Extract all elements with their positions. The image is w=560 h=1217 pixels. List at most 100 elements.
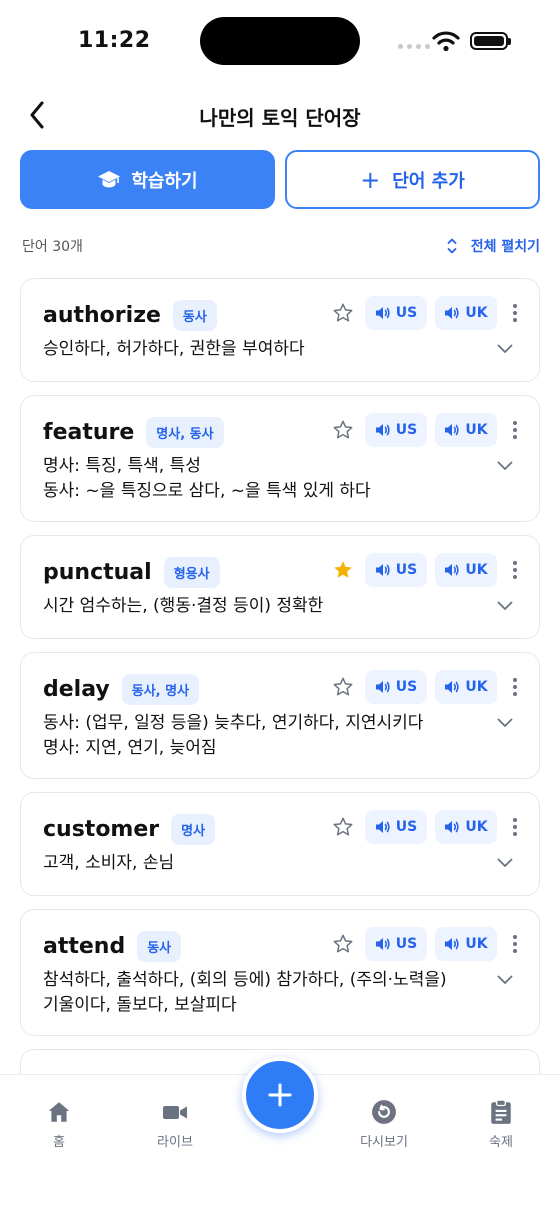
word-actions: US UK [331, 809, 525, 845]
clipboard-icon [491, 1099, 511, 1124]
expand-card-button[interactable] [495, 456, 515, 476]
word-actions: US UK [331, 295, 525, 331]
us-label: US [395, 305, 418, 321]
expand-card-button[interactable] [495, 713, 515, 733]
word-card[interactable]: feature 명사, 동사 US UK 명사: 특징, 특색, 특성 동사: ~을 특징… [20, 395, 540, 522]
meaning-line: 동사: (업무, 일정 등을) 늦추다, 연기하다, 지연시키다 [43, 713, 424, 733]
part-of-speech-badge: 명사 [171, 813, 216, 845]
part-of-speech-badge: 동사 [172, 299, 217, 331]
more-options-icon[interactable] [505, 298, 525, 328]
more-options-icon[interactable] [505, 415, 525, 445]
tab-homework[interactable]: 숙제 [456, 1099, 546, 1150]
word-meaning: 시간 엄수하는, (행동·결정 등이) 정확한 [43, 594, 479, 619]
play-us-audio-button[interactable]: US [365, 927, 427, 961]
floating-add-button[interactable] [242, 1057, 318, 1133]
study-button[interactable]: 학습하기 [20, 150, 275, 209]
us-label: US [395, 679, 418, 695]
play-uk-audio-button[interactable]: UK [435, 413, 497, 447]
dynamic-island [200, 17, 360, 65]
speaker-icon [375, 424, 390, 436]
expand-card-button[interactable] [495, 596, 515, 616]
word-actions: US UK [331, 669, 525, 705]
star-icon [333, 817, 353, 836]
chevron-down-icon [497, 975, 513, 984]
play-uk-audio-button[interactable]: UK [435, 553, 497, 587]
uk-label: UK [465, 819, 488, 835]
word-actions: US UK [331, 552, 525, 588]
speaker-icon [375, 307, 390, 319]
expand-card-button[interactable] [495, 853, 515, 873]
expand-card-button[interactable] [495, 339, 515, 359]
expand-all-label: 전체 펼치기 [470, 239, 540, 255]
more-options-icon[interactable] [505, 929, 525, 959]
tab-live[interactable]: 라이브 [130, 1099, 220, 1150]
part-of-speech-badge: 동사, 명사 [121, 673, 200, 705]
wifi-icon [432, 30, 460, 56]
uk-label: UK [465, 936, 488, 952]
more-options-icon[interactable] [505, 555, 525, 585]
play-uk-audio-button[interactable]: UK [435, 810, 497, 844]
bookmark-star-button[interactable] [331, 675, 355, 699]
bookmark-star-button[interactable] [331, 558, 355, 582]
us-label: US [395, 936, 418, 952]
word-card[interactable]: customer 명사 US UK 고객, 소비자, 손님 [20, 792, 540, 896]
tab-replay[interactable]: 다시보기 [339, 1099, 429, 1150]
star-icon [333, 303, 353, 322]
tab-homework-label: 숙제 [489, 1135, 513, 1150]
word-actions: US UK [331, 926, 525, 962]
chevron-down-icon [497, 461, 513, 470]
chevron-down-icon [497, 718, 513, 727]
play-uk-audio-button[interactable]: UK [435, 927, 497, 961]
word-text: punctual [43, 559, 152, 585]
add-word-button-label: 단어 추가 [392, 170, 465, 192]
play-us-audio-button[interactable]: US [365, 810, 427, 844]
expand-collapse-icon [447, 238, 457, 254]
word-card[interactable]: attend 동사 US UK 참석하다, 출석하다, (회의 등에) 참가하다, (주… [20, 909, 540, 1036]
uk-label: UK [465, 305, 488, 321]
speaker-icon [445, 424, 460, 436]
tab-home[interactable]: 홈 [14, 1099, 104, 1150]
add-word-button[interactable]: + 단어 추가 [285, 150, 540, 209]
speaker-icon [445, 821, 460, 833]
speaker-icon [375, 564, 390, 576]
word-card[interactable]: punctual 형용사 US UK 시간 엄수하는, (행동·결정 등이) 정확한 [20, 535, 540, 639]
word-card-header: customer 명사 [43, 813, 216, 845]
play-us-audio-button[interactable]: US [365, 670, 427, 704]
word-card[interactable]: delay 동사, 명사 US UK 동사: (업무, 일정 등을) 늦추다, 연기하다… [20, 652, 540, 779]
video-camera-icon [163, 1106, 187, 1119]
more-options-icon[interactable] [505, 672, 525, 702]
word-card-header: attend 동사 [43, 930, 182, 962]
play-uk-audio-button[interactable]: UK [435, 296, 497, 330]
bookmark-star-button[interactable] [331, 301, 355, 325]
part-of-speech-badge: 형용사 [163, 556, 220, 588]
word-card[interactable]: authorize 동사 US UK 승인하다, 허가하다, 권한을 부여하다 [20, 278, 540, 382]
expand-card-button[interactable] [495, 970, 515, 990]
bookmark-star-button[interactable] [331, 932, 355, 956]
replay-icon [372, 1100, 396, 1124]
play-us-audio-button[interactable]: US [365, 413, 427, 447]
part-of-speech-badge: 동사 [137, 930, 182, 962]
list-info-row: 단어 30개 전체 펼치기 [22, 234, 540, 258]
bookmark-star-button[interactable] [331, 418, 355, 442]
more-options-icon[interactable] [505, 812, 525, 842]
meaning-line: 기울이다, 돌보다, 보살피다 [43, 995, 237, 1015]
word-actions: US UK [331, 412, 525, 448]
play-us-audio-button[interactable]: US [365, 553, 427, 587]
word-meaning: 승인하다, 허가하다, 권한을 부여하다 [43, 337, 479, 362]
star-icon [333, 934, 353, 953]
play-us-audio-button[interactable]: US [365, 296, 427, 330]
chevron-down-icon [497, 344, 513, 353]
expand-all-button[interactable]: 전체 펼치기 [447, 236, 540, 256]
star-icon [333, 420, 353, 439]
home-icon [48, 1102, 70, 1122]
meaning-line: 동사: ~을 특징으로 삼다, ~을 특색 있게 하다 [43, 481, 371, 501]
word-meaning: 고객, 소비자, 손님 [43, 851, 479, 876]
bookmark-star-button[interactable] [331, 815, 355, 839]
star-filled-icon [334, 561, 352, 578]
word-meaning: 동사: (업무, 일정 등을) 늦추다, 연기하다, 지연시키다 명사: 지연, … [43, 711, 479, 761]
play-uk-audio-button[interactable]: UK [435, 670, 497, 704]
word-text: feature [43, 419, 135, 445]
tab-home-label: 홈 [53, 1135, 65, 1150]
uk-label: UK [465, 422, 488, 438]
star-icon [333, 677, 353, 696]
